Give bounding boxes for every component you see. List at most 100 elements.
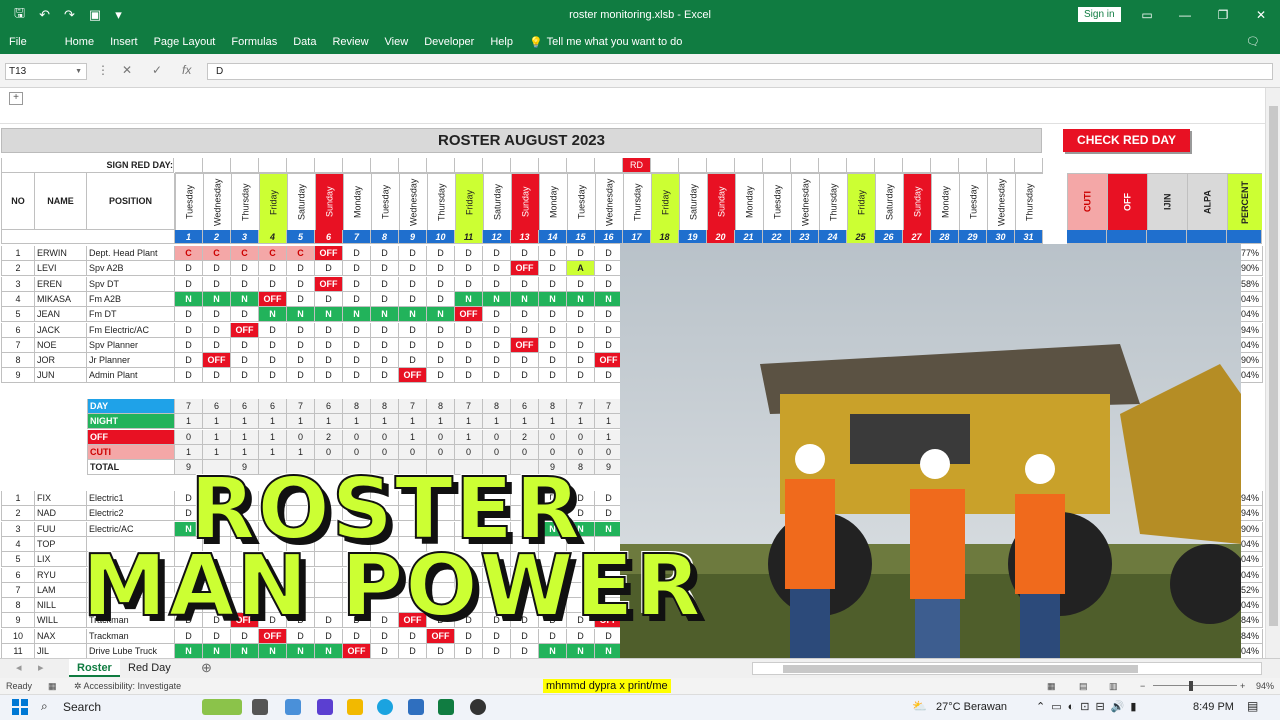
day-header[interactable]: Friday [847, 173, 875, 230]
employee-position[interactable]: Dept. Head Plant [87, 246, 175, 261]
sign-red-day-cell[interactable] [847, 158, 875, 173]
day-header[interactable]: Wednesday [791, 173, 819, 230]
employee-name[interactable]: LAM [35, 582, 87, 598]
summary-header[interactable]: CUTI [1067, 173, 1107, 230]
day-header[interactable]: Thursday [1015, 173, 1043, 230]
shift-cell[interactable]: D [231, 307, 259, 323]
shift-cell[interactable]: D [567, 353, 595, 369]
shift-cell[interactable]: D [231, 337, 259, 353]
sign-red-day-cell[interactable] [1015, 158, 1043, 173]
employee-position[interactable]: Admin Plant [87, 368, 175, 384]
tab-prev-icon[interactable]: ◂ [16, 661, 22, 674]
header-name[interactable]: NAME [35, 173, 87, 230]
shift-cell[interactable]: D [427, 368, 455, 384]
shift-cell[interactable]: N [343, 307, 371, 323]
day-header[interactable]: Sunday [707, 173, 735, 230]
tab-roster[interactable]: Roster [69, 659, 120, 677]
shift-cell[interactable]: D [427, 644, 455, 658]
day-header[interactable]: Tuesday [371, 173, 399, 230]
shift-cell[interactable]: D [371, 246, 399, 261]
employee-position[interactable]: Jr Planner [87, 353, 175, 369]
shift-cell[interactable]: D [567, 322, 595, 338]
date-row-blank[interactable] [1, 230, 175, 244]
shift-cell[interactable]: N [315, 644, 343, 658]
ribbon-tab[interactable]: View [377, 36, 417, 48]
rd-marker[interactable]: RD [623, 158, 651, 173]
shift-cell[interactable]: C [287, 246, 315, 261]
shift-cell[interactable]: N [203, 644, 231, 658]
ribbon-tab[interactable]: Insert [102, 36, 146, 48]
shift-cell[interactable]: D [483, 307, 511, 323]
date-cell[interactable]: 11 [455, 230, 483, 244]
day-header[interactable]: Saturday [287, 173, 315, 230]
day-header[interactable]: Monday [735, 173, 763, 230]
shift-cell[interactable]: D [567, 368, 595, 384]
formula-input[interactable]: D [207, 63, 1273, 80]
shift-cell[interactable]: D [455, 368, 483, 384]
weather-icon[interactable]: ⛅ [912, 699, 927, 713]
sign-red-day-cell[interactable] [791, 158, 819, 173]
shift-cell[interactable]: D [427, 322, 455, 338]
shift-cell[interactable]: OFF [315, 246, 343, 261]
shift-cell[interactable]: N [483, 291, 511, 307]
sign-red-day-label[interactable]: SIGN RED DAY: [1, 158, 174, 173]
summary-value[interactable]: 1 [455, 429, 483, 445]
shift-cell[interactable]: D [343, 261, 371, 277]
percent-cell[interactable]: 04% [1241, 337, 1263, 353]
shift-cell[interactable]: D [539, 276, 567, 292]
ribbon-tab[interactable]: Data [285, 36, 324, 48]
date-cell[interactable]: 13 [511, 230, 539, 244]
save-icon[interactable]: 🖫 [14, 4, 25, 26]
shift-cell[interactable]: D [259, 261, 287, 277]
sign-red-day-cell[interactable] [679, 158, 707, 173]
summary-value[interactable]: 0 [371, 444, 399, 460]
shift-cell[interactable]: D [231, 368, 259, 384]
windows-start-icon[interactable] [12, 699, 28, 715]
shift-cell[interactable]: D [455, 276, 483, 292]
employee-position[interactable]: Spv DT [87, 276, 175, 292]
tab-next-icon[interactable]: ▸ [38, 661, 44, 674]
shift-cell[interactable]: N [175, 291, 203, 307]
summary-value[interactable]: 1 [231, 414, 259, 430]
summary-value[interactable]: 1 [259, 414, 287, 430]
sign-red-day-cell[interactable] [987, 158, 1015, 173]
ribbon-display-icon[interactable]: ▭ [1128, 0, 1166, 30]
summary-value[interactable]: 1 [175, 414, 203, 430]
summary-value[interactable]: 1 [595, 429, 623, 445]
employee-position[interactable]: Drive Lube Truck [87, 644, 175, 658]
summary-value[interactable]: 0 [287, 429, 315, 445]
summary-value[interactable]: 1 [315, 414, 343, 430]
summary-row-label[interactable]: OFF [87, 429, 175, 445]
shift-cell[interactable]: D [287, 368, 315, 384]
sign-red-day-cell[interactable] [595, 158, 623, 173]
sign-red-day-cell[interactable] [231, 158, 259, 173]
sign-red-day-cell[interactable] [931, 158, 959, 173]
date-cell[interactable]: 6 [315, 230, 343, 244]
shift-cell[interactable]: N [595, 644, 623, 658]
date-cell[interactable]: 22 [763, 230, 791, 244]
tell-me-search[interactable]: Tell me what you want to do [545, 36, 691, 48]
date-cell[interactable]: 1 [175, 230, 203, 244]
name-box[interactable]: T13 ▼ [5, 63, 87, 80]
shift-cell[interactable]: D [427, 246, 455, 261]
summary-header[interactable]: IJIN [1147, 173, 1187, 230]
day-header[interactable]: Monday [539, 173, 567, 230]
row-no[interactable]: 4 [1, 291, 35, 307]
shift-cell[interactable]: D [595, 368, 623, 384]
employee-name[interactable]: TOP [35, 536, 87, 552]
date-cell[interactable]: 7 [343, 230, 371, 244]
shift-cell[interactable]: D [539, 353, 567, 369]
row-no[interactable]: 6 [1, 567, 35, 583]
edge-icon[interactable] [377, 699, 393, 715]
summary-value[interactable]: 0 [371, 429, 399, 445]
shift-cell[interactable]: D [231, 261, 259, 277]
summary-value[interactable]: 1 [595, 414, 623, 430]
day-header[interactable]: Friday [455, 173, 483, 230]
shift-cell[interactable]: D [287, 261, 315, 277]
row-no[interactable]: 5 [1, 307, 35, 323]
summary-value[interactable]: 0 [343, 444, 371, 460]
taskbar-search[interactable]: Search [63, 700, 101, 714]
employee-name[interactable]: JIL [35, 644, 87, 658]
row-no[interactable]: 7 [1, 337, 35, 353]
shift-cell[interactable]: D [399, 276, 427, 292]
